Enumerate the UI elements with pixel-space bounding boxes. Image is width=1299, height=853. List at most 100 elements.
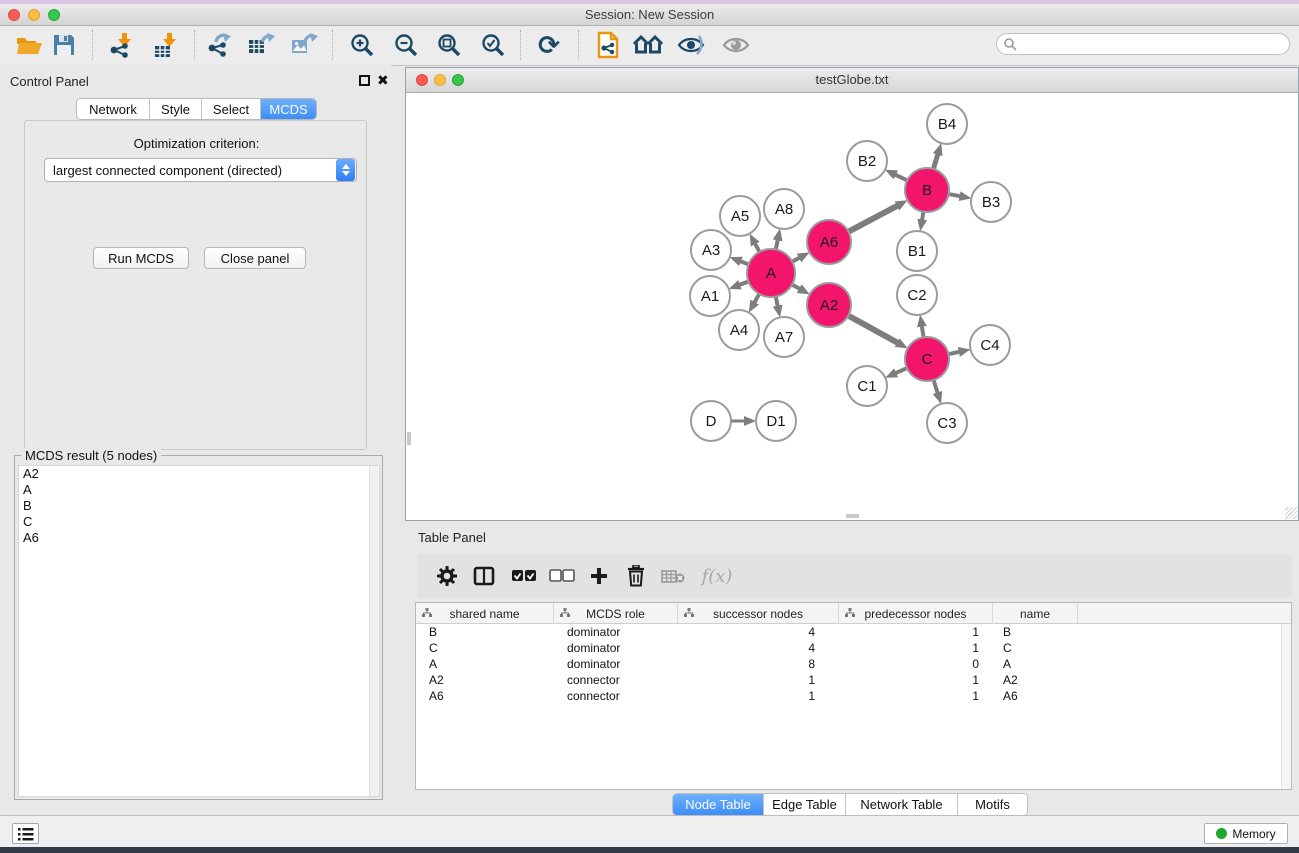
tab-mcds[interactable]: MCDS (261, 99, 316, 119)
status-bar: Memory (0, 815, 1299, 847)
canvas-horizontal-scrollbar[interactable] (846, 514, 859, 518)
criterion-dropdown[interactable]: largest connected component (directed) (44, 158, 357, 182)
sort-icon (684, 608, 694, 618)
graph-node-label-A6: A6 (820, 234, 838, 251)
graph-edge-A2-C[interactable] (848, 316, 899, 344)
memory-status-icon (1216, 828, 1227, 839)
table-row[interactable]: Adominator80A (416, 656, 1291, 672)
tab-style[interactable]: Style (150, 99, 202, 119)
mcds-tab-content: Optimization criterion: largest connecte… (24, 120, 367, 450)
column-header-successor-nodes[interactable]: successor nodes (678, 603, 839, 624)
graph-edge-A6-B[interactable] (848, 205, 898, 232)
graph-edge-A-A7[interactable] (776, 297, 778, 308)
search-field[interactable] (996, 33, 1290, 55)
column-header-predecessor-nodes[interactable]: predecessor nodes (839, 603, 993, 624)
deselect-all-icon[interactable] (546, 561, 578, 591)
tab-node-table[interactable]: Node Table (673, 794, 764, 815)
graph-edge-C-C2[interactable] (922, 325, 924, 338)
delete-row-icon[interactable] (620, 561, 652, 591)
table-row[interactable]: A2connector11A2 (416, 672, 1291, 688)
table-row[interactable]: Bdominator41B (416, 624, 1291, 640)
save-session-icon[interactable] (46, 28, 82, 62)
export-network-icon[interactable] (201, 28, 237, 62)
result-list-item[interactable]: A (19, 482, 379, 498)
home-view-icon[interactable] (630, 28, 666, 62)
graph-edge-C-C3[interactable] (934, 380, 938, 394)
network-canvas[interactable]: AA2A6BCA1A3A4A5A7A8B1B2B3B4C1C2C3C4DD1 (406, 93, 1298, 520)
graph-node-label-B3: B3 (982, 194, 1000, 211)
result-list-item[interactable]: B (19, 498, 379, 514)
table-settings-icon[interactable] (431, 561, 463, 591)
zoom-window-button[interactable] (48, 9, 60, 21)
tab-network[interactable]: Network (77, 99, 150, 119)
refresh-network-icon[interactable]: ⟳ (531, 28, 567, 62)
control-panel-tabs: Network Style Select MCDS (76, 98, 317, 120)
select-all-icon[interactable] (508, 561, 540, 591)
graph-edge-A-A1[interactable] (738, 281, 748, 285)
column-header-name[interactable]: name (993, 603, 1078, 624)
column-header-mcds-role[interactable]: MCDS role (554, 603, 678, 624)
tab-network-table[interactable]: Network Table (846, 794, 958, 815)
graph-edge-A-A2[interactable] (792, 285, 801, 290)
task-history-button[interactable] (12, 823, 39, 844)
minimize-window-button[interactable] (28, 9, 40, 21)
tab-select[interactable]: Select (202, 99, 261, 119)
run-mcds-button[interactable]: Run MCDS (93, 247, 189, 269)
float-panel-icon[interactable] (359, 75, 370, 86)
close-window-button[interactable] (8, 9, 20, 21)
mcds-result-list[interactable]: A2ABCA6 (18, 465, 380, 797)
tab-motifs[interactable]: Motifs (958, 794, 1027, 815)
graph-edge-C-C4[interactable] (948, 352, 960, 355)
minimize-network-button[interactable] (434, 74, 446, 86)
graph-edge-A-A6[interactable] (792, 257, 801, 262)
export-table-icon[interactable] (243, 28, 279, 62)
zoom-out-icon[interactable] (388, 28, 424, 62)
zoom-fit-icon[interactable] (431, 28, 467, 62)
graph-edge-A-A5[interactable] (754, 242, 759, 252)
canvas-vertical-scrollbar[interactable] (407, 432, 411, 445)
graph-edge-A-A4[interactable] (754, 294, 760, 304)
graph-edge-C-C1[interactable] (894, 368, 907, 374)
tab-edge-table[interactable]: Edge Table (764, 794, 846, 815)
import-network-icon[interactable] (103, 28, 139, 62)
close-panel-icon[interactable]: ✖ (377, 75, 389, 86)
resize-grip-icon[interactable] (1285, 507, 1297, 519)
import-table-icon[interactable] (148, 28, 184, 62)
list-icon (18, 827, 34, 841)
graph-edge-B-B3[interactable] (949, 194, 962, 196)
export-image-icon[interactable] (286, 28, 322, 62)
result-list-item[interactable]: A2 (19, 466, 379, 482)
hide-graphics-details-icon[interactable] (673, 28, 709, 62)
graph-edge-B-B4[interactable] (933, 153, 938, 169)
graph-node-label-B2: B2 (858, 153, 876, 170)
graph-edge-A-A3[interactable] (739, 261, 749, 265)
mcds-result-box: MCDS result (5 nodes) A2ABCA6 (14, 455, 383, 800)
show-columns-icon[interactable] (468, 561, 500, 591)
zoom-network-button[interactable] (452, 74, 464, 86)
memory-button[interactable]: Memory (1204, 823, 1288, 844)
zoom-selected-icon[interactable] (475, 28, 511, 62)
show-graphics-details-icon[interactable] (718, 28, 754, 62)
zoom-in-icon[interactable] (344, 28, 380, 62)
add-row-icon[interactable] (583, 561, 615, 591)
result-list-scrollbar[interactable] (369, 466, 379, 796)
table-body[interactable]: Bdominator41BCdominator41CAdominator80AA… (416, 624, 1291, 704)
graph-edge-A-A8[interactable] (776, 238, 778, 249)
table-header-row: shared name MCDS role successor nodes pr… (416, 603, 1291, 624)
column-header-shared-name[interactable]: shared name (416, 603, 554, 624)
graph-node-label-A3: A3 (702, 242, 720, 259)
result-list-item[interactable]: A6 (19, 530, 379, 546)
search-input[interactable] (1017, 37, 1289, 51)
result-list-item[interactable]: C (19, 514, 379, 530)
graph-edge-B-B1[interactable] (922, 212, 924, 222)
graph-node-label-C1: C1 (857, 378, 876, 395)
table-row[interactable]: A6connector11A6 (416, 688, 1291, 704)
table-scrollbar[interactable] (1281, 624, 1291, 789)
open-network-file-icon[interactable] (590, 28, 626, 62)
close-panel-button[interactable]: Close panel (204, 247, 306, 269)
graph-edge-B-B2[interactable] (894, 174, 907, 180)
close-network-button[interactable] (416, 74, 428, 86)
table-row[interactable]: Cdominator41C (416, 640, 1291, 656)
graph-node-label-B1: B1 (908, 243, 926, 260)
open-session-icon[interactable] (11, 28, 47, 62)
